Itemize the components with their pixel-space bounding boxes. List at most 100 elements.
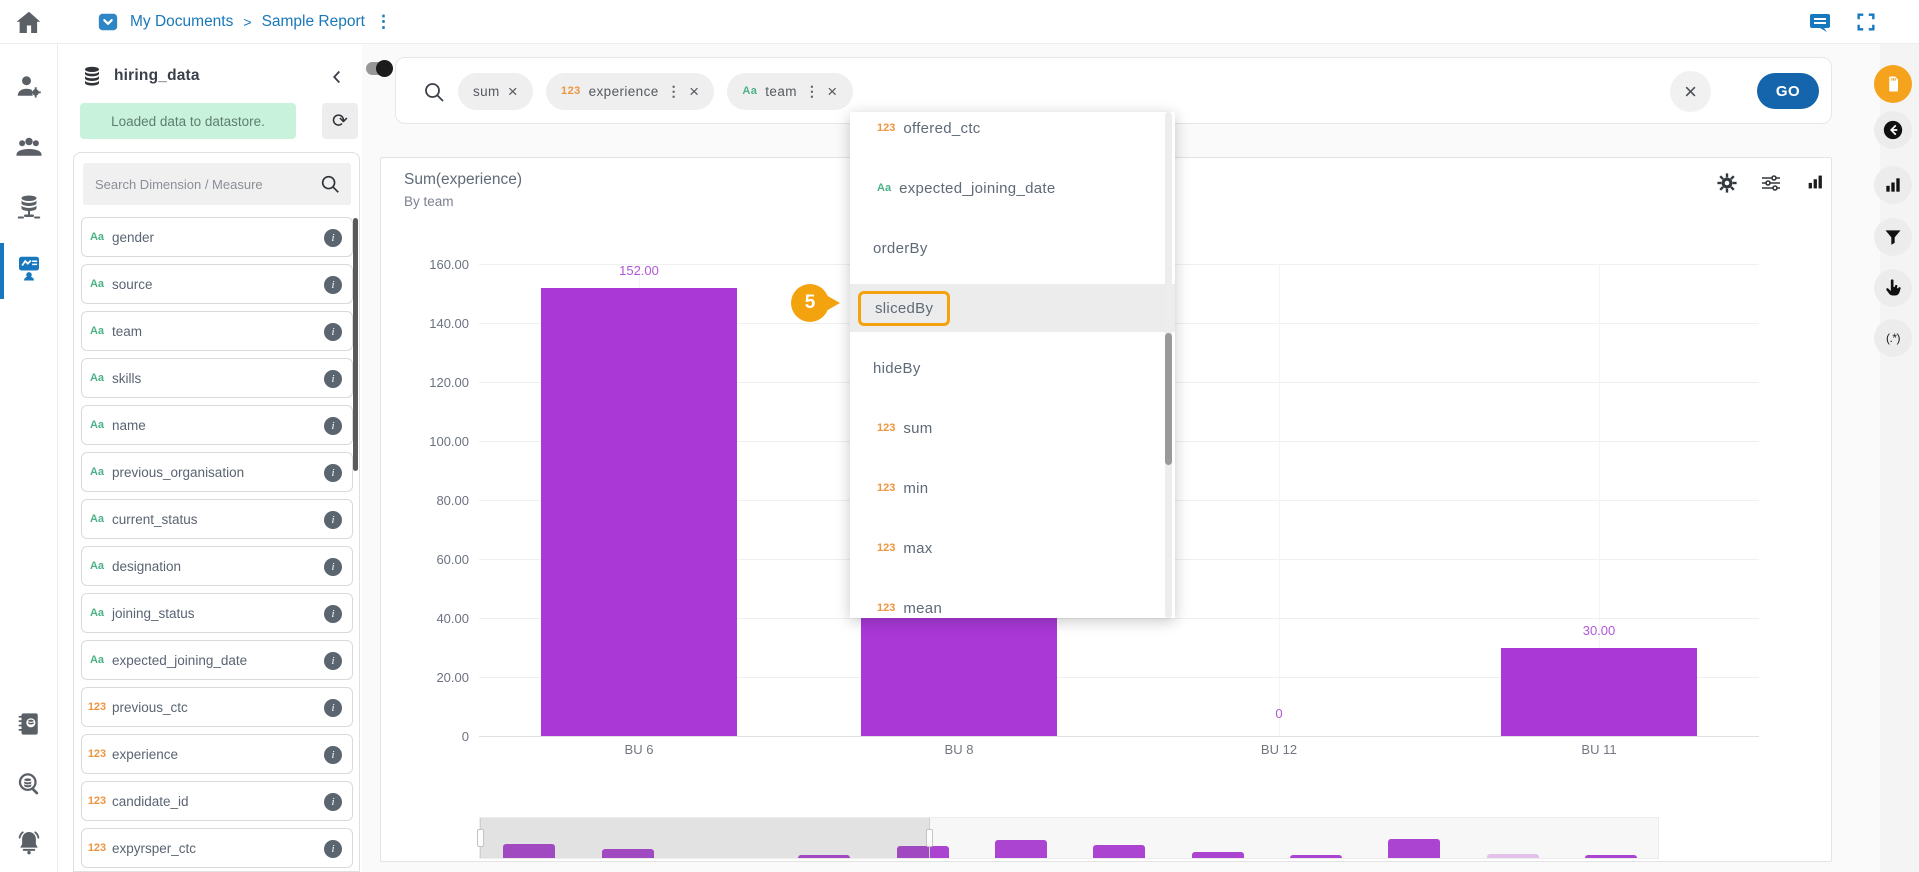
- info-icon[interactable]: i: [324, 229, 342, 247]
- field-item-gender[interactable]: Aa gender i: [81, 217, 353, 257]
- bar-BU 6[interactable]: [541, 287, 737, 736]
- dropdown-item-mean[interactable]: 123 mean: [850, 584, 1175, 618]
- field-label: name: [112, 417, 146, 433]
- info-icon[interactable]: i: [324, 840, 342, 858]
- collapse-sidebar-icon[interactable]: [326, 66, 348, 88]
- breadcrumb-current[interactable]: Sample Report: [262, 13, 365, 31]
- navigator-minibar: [1584, 855, 1637, 858]
- chip-remove-icon[interactable]: ×: [827, 83, 837, 100]
- x-axis-label: BU 11: [1581, 742, 1617, 757]
- info-icon[interactable]: i: [324, 511, 342, 529]
- chip-experience[interactable]: 123 experience ⋮ ×: [546, 72, 715, 110]
- regex-tool-button[interactable]: (.*): [1874, 319, 1912, 357]
- folder-icon[interactable]: [96, 11, 120, 33]
- chart-type-button[interactable]: [1874, 166, 1912, 204]
- chip-menu-icon[interactable]: ⋮: [805, 83, 819, 100]
- left-rail: [0, 44, 58, 872]
- navigator-minibar: [1191, 852, 1244, 858]
- user-settings-icon[interactable]: [14, 72, 44, 102]
- dataset-header: hiring_data: [80, 60, 360, 92]
- info-icon[interactable]: i: [324, 558, 342, 576]
- info-icon[interactable]: i: [324, 793, 342, 811]
- field-item-candidate_id[interactable]: 123 candidate_id i: [81, 781, 353, 821]
- field-item-joining_status[interactable]: Aa joining_status i: [81, 593, 353, 633]
- breadcrumb-menu-icon[interactable]: ⋮: [375, 12, 392, 32]
- field-item-team[interactable]: Aa team i: [81, 311, 353, 351]
- pointer-tool-button[interactable]: [1874, 269, 1912, 307]
- storage-card-button[interactable]: [1874, 65, 1912, 103]
- filter-button[interactable]: [1874, 218, 1912, 256]
- field-type-prefix: Aa: [89, 419, 105, 431]
- info-icon[interactable]: i: [324, 276, 342, 294]
- navigator-minibar: [994, 840, 1047, 858]
- dropdown-item-label: expected_joining_date: [899, 179, 1056, 197]
- info-icon[interactable]: i: [324, 652, 342, 670]
- field-item-expyrsper_ctc[interactable]: 123 expyrsper_ctc i: [81, 828, 353, 868]
- field-type-prefix: 123: [87, 701, 107, 713]
- breadcrumb-root[interactable]: My Documents: [130, 13, 233, 31]
- notifications-icon[interactable]: [14, 827, 44, 857]
- dropdown-type-prefix: 123: [877, 542, 896, 554]
- field-type-prefix: Aa: [89, 278, 105, 290]
- chip-remove-icon[interactable]: ×: [508, 83, 518, 100]
- data-search-icon[interactable]: [14, 769, 44, 799]
- fullscreen-icon[interactable]: [1855, 11, 1879, 35]
- home-icon[interactable]: [14, 8, 44, 38]
- data-catalog-icon[interactable]: [14, 709, 44, 739]
- field-item-designation[interactable]: Aa designation i: [81, 546, 353, 586]
- info-icon[interactable]: i: [324, 605, 342, 623]
- search-mode-toggle[interactable]: [366, 60, 393, 77]
- bar-BU 11[interactable]: [1501, 647, 1697, 736]
- navigator-selection[interactable]: [480, 818, 930, 858]
- teams-icon[interactable]: [14, 132, 44, 162]
- info-icon[interactable]: i: [324, 746, 342, 764]
- sidebar-scrollbar[interactable]: [353, 218, 358, 471]
- field-item-current_status[interactable]: Aa current_status i: [81, 499, 353, 539]
- field-item-skills[interactable]: Aa skills i: [81, 358, 353, 398]
- chip-menu-icon[interactable]: ⋮: [667, 83, 681, 100]
- navigator-left-handle[interactable]: [477, 829, 484, 847]
- field-item-previous_organisation[interactable]: Aa previous_organisation i: [81, 452, 353, 492]
- field-item-previous_ctc[interactable]: 123 previous_ctc i: [81, 687, 353, 727]
- info-icon[interactable]: i: [324, 417, 342, 435]
- dropdown-item-hideBy[interactable]: hideBy: [850, 344, 1175, 392]
- field-type-prefix: 123: [87, 842, 107, 854]
- field-label: expected_joining_date: [112, 652, 248, 668]
- field-item-source[interactable]: Aa source i: [81, 264, 353, 304]
- query-input[interactable]: [1116, 72, 1666, 110]
- navigator-right-handle[interactable]: [926, 829, 933, 847]
- dropdown-item-orderBy[interactable]: orderBy: [850, 224, 1175, 272]
- info-icon[interactable]: i: [324, 699, 342, 717]
- field-search-input[interactable]: [95, 163, 305, 205]
- info-icon[interactable]: i: [324, 323, 342, 341]
- field-item-expected_joining_date[interactable]: Aa expected_joining_date i: [81, 640, 353, 680]
- datastore-icon[interactable]: [14, 192, 44, 222]
- dropdown-item-sum[interactable]: 123 sum: [850, 404, 1175, 452]
- dropdown-type-prefix: 123: [877, 422, 896, 434]
- report-builder-icon[interactable]: [14, 253, 44, 283]
- field-item-name[interactable]: Aa name i: [81, 405, 353, 445]
- field-label: expyrsper_ctc: [112, 840, 197, 856]
- dropdown-scroll-thumb[interactable]: [1165, 333, 1172, 465]
- refresh-button[interactable]: ⟳: [322, 103, 358, 139]
- dropdown-item-min[interactable]: 123 min: [850, 464, 1175, 512]
- dropdown-item-max[interactable]: 123 max: [850, 524, 1175, 572]
- y-axis-tick: 0: [461, 729, 469, 744]
- field-item-experience[interactable]: 123 experience i: [81, 734, 353, 774]
- dropdown-item-expected_joining_date[interactable]: Aa expected_joining_date: [850, 164, 1175, 212]
- clear-search-button[interactable]: ×: [1670, 71, 1711, 112]
- info-icon[interactable]: i: [324, 370, 342, 388]
- dropdown-type-prefix: Aa: [877, 182, 892, 194]
- history-back-button[interactable]: [1874, 111, 1912, 149]
- info-icon[interactable]: i: [324, 464, 342, 482]
- chip-team[interactable]: Aa team ⋮ ×: [727, 72, 853, 110]
- chip-remove-icon[interactable]: ×: [689, 83, 699, 100]
- comments-icon[interactable]: [1808, 11, 1832, 35]
- go-button[interactable]: GO: [1757, 73, 1819, 109]
- dropdown-item-slicedBy[interactable]: slicedBy: [850, 284, 1175, 332]
- dropdown-item-offered_ctc[interactable]: 123 offered_ctc: [850, 112, 1175, 152]
- field-search-box: [83, 163, 351, 205]
- chevron-down-icon[interactable]: ▾: [1831, 174, 1832, 187]
- field-label: designation: [112, 558, 182, 574]
- chip-sum[interactable]: sum ×: [458, 72, 534, 110]
